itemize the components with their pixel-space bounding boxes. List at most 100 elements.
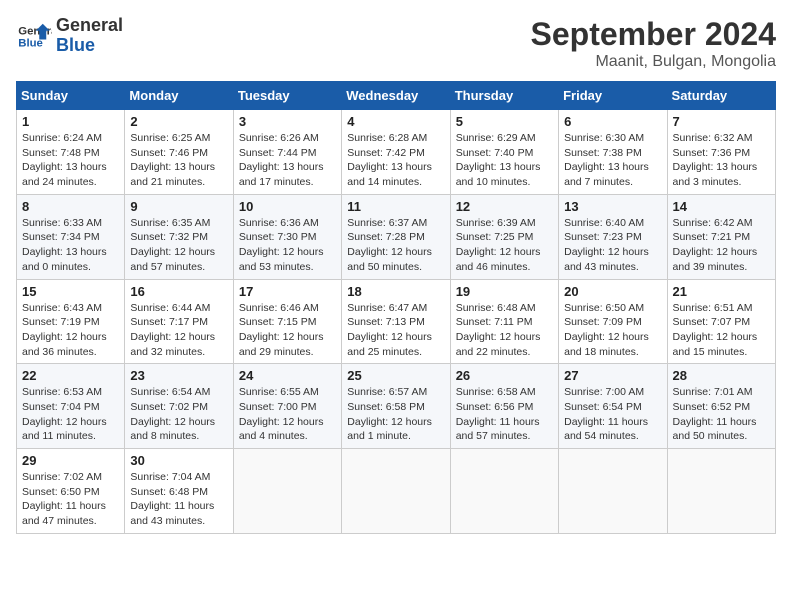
day-info: Sunrise: 6:51 AM Sunset: 7:07 PM Dayligh…	[673, 301, 770, 360]
day-number: 15	[22, 284, 119, 299]
weekday-header-friday: Friday	[559, 82, 667, 110]
weekday-header-saturday: Saturday	[667, 82, 775, 110]
day-info: Sunrise: 6:24 AM Sunset: 7:48 PM Dayligh…	[22, 131, 119, 190]
day-number: 22	[22, 368, 119, 383]
day-number: 21	[673, 284, 770, 299]
day-number: 24	[239, 368, 336, 383]
calendar-cell: 20 Sunrise: 6:50 AM Sunset: 7:09 PM Dayli…	[559, 279, 667, 364]
calendar-cell: 24 Sunrise: 6:55 AM Sunset: 7:00 PM Dayli…	[233, 364, 341, 449]
day-info: Sunrise: 6:28 AM Sunset: 7:42 PM Dayligh…	[347, 131, 444, 190]
calendar-cell	[559, 449, 667, 534]
calendar-cell: 26 Sunrise: 6:58 AM Sunset: 6:56 PM Dayli…	[450, 364, 558, 449]
day-number: 1	[22, 114, 119, 129]
day-info: Sunrise: 6:53 AM Sunset: 7:04 PM Dayligh…	[22, 385, 119, 444]
day-number: 7	[673, 114, 770, 129]
calendar-cell: 21 Sunrise: 6:51 AM Sunset: 7:07 PM Dayli…	[667, 279, 775, 364]
day-number: 8	[22, 199, 119, 214]
calendar-week-5: 29 Sunrise: 7:02 AM Sunset: 6:50 PM Dayli…	[17, 449, 776, 534]
day-info: Sunrise: 6:58 AM Sunset: 6:56 PM Dayligh…	[456, 385, 553, 444]
logo-icon: General Blue	[16, 22, 52, 50]
day-info: Sunrise: 7:02 AM Sunset: 6:50 PM Dayligh…	[22, 470, 119, 529]
day-number: 9	[130, 199, 227, 214]
calendar-cell	[450, 449, 558, 534]
day-info: Sunrise: 6:47 AM Sunset: 7:13 PM Dayligh…	[347, 301, 444, 360]
day-info: Sunrise: 6:42 AM Sunset: 7:21 PM Dayligh…	[673, 216, 770, 275]
day-info: Sunrise: 6:25 AM Sunset: 7:46 PM Dayligh…	[130, 131, 227, 190]
day-number: 14	[673, 199, 770, 214]
calendar-cell: 4 Sunrise: 6:28 AM Sunset: 7:42 PM Daylig…	[342, 110, 450, 195]
day-number: 20	[564, 284, 661, 299]
page-header: General Blue General Blue September 2024…	[16, 16, 776, 71]
calendar-cell: 9 Sunrise: 6:35 AM Sunset: 7:32 PM Daylig…	[125, 194, 233, 279]
day-info: Sunrise: 6:55 AM Sunset: 7:00 PM Dayligh…	[239, 385, 336, 444]
day-info: Sunrise: 6:50 AM Sunset: 7:09 PM Dayligh…	[564, 301, 661, 360]
day-number: 17	[239, 284, 336, 299]
calendar-week-4: 22 Sunrise: 6:53 AM Sunset: 7:04 PM Dayli…	[17, 364, 776, 449]
calendar-cell: 28Sunrise: 7:01 AM Sunset: 6:52 PM Dayli…	[667, 364, 775, 449]
calendar-cell: 30Sunrise: 7:04 AM Sunset: 6:48 PM Dayli…	[125, 449, 233, 534]
calendar-cell	[342, 449, 450, 534]
day-info: Sunrise: 6:39 AM Sunset: 7:25 PM Dayligh…	[456, 216, 553, 275]
calendar-table: SundayMondayTuesdayWednesdayThursdayFrid…	[16, 81, 776, 534]
calendar-cell: 8 Sunrise: 6:33 AM Sunset: 7:34 PM Daylig…	[17, 194, 125, 279]
calendar-cell: 13 Sunrise: 6:40 AM Sunset: 7:23 PM Dayli…	[559, 194, 667, 279]
calendar-cell	[233, 449, 341, 534]
day-number: 23	[130, 368, 227, 383]
day-info: Sunrise: 7:01 AM Sunset: 6:52 PM Dayligh…	[673, 385, 770, 444]
day-number: 6	[564, 114, 661, 129]
day-info: Sunrise: 6:33 AM Sunset: 7:34 PM Dayligh…	[22, 216, 119, 275]
day-number: 5	[456, 114, 553, 129]
title-block: September 2024 Maanit, Bulgan, Mongolia	[531, 16, 776, 71]
day-info: Sunrise: 6:40 AM Sunset: 7:23 PM Dayligh…	[564, 216, 661, 275]
calendar-cell: 6 Sunrise: 6:30 AM Sunset: 7:38 PM Daylig…	[559, 110, 667, 195]
day-number: 10	[239, 199, 336, 214]
day-number: 25	[347, 368, 444, 383]
day-number: 13	[564, 199, 661, 214]
location-subtitle: Maanit, Bulgan, Mongolia	[531, 53, 776, 71]
day-info: Sunrise: 6:35 AM Sunset: 7:32 PM Dayligh…	[130, 216, 227, 275]
calendar-week-2: 8 Sunrise: 6:33 AM Sunset: 7:34 PM Daylig…	[17, 194, 776, 279]
calendar-cell: 29 Sunrise: 7:02 AM Sunset: 6:50 PM Dayli…	[17, 449, 125, 534]
day-info: Sunrise: 6:30 AM Sunset: 7:38 PM Dayligh…	[564, 131, 661, 190]
svg-text:Blue: Blue	[18, 37, 43, 49]
day-info: Sunrise: 6:43 AM Sunset: 7:19 PM Dayligh…	[22, 301, 119, 360]
weekday-header-sunday: Sunday	[17, 82, 125, 110]
calendar-cell: 15 Sunrise: 6:43 AM Sunset: 7:19 PM Dayli…	[17, 279, 125, 364]
day-number: 26	[456, 368, 553, 383]
day-number: 19	[456, 284, 553, 299]
day-number: 4	[347, 114, 444, 129]
calendar-cell: 23 Sunrise: 6:54 AM Sunset: 7:02 PM Dayli…	[125, 364, 233, 449]
weekday-header-tuesday: Tuesday	[233, 82, 341, 110]
calendar-cell: 17Sunrise: 6:46 AM Sunset: 7:15 PM Dayli…	[233, 279, 341, 364]
day-number: 27	[564, 368, 661, 383]
calendar-cell: 16 Sunrise: 6:44 AM Sunset: 7:17 PM Dayli…	[125, 279, 233, 364]
day-info: Sunrise: 6:54 AM Sunset: 7:02 PM Dayligh…	[130, 385, 227, 444]
day-number: 3	[239, 114, 336, 129]
calendar-week-3: 15 Sunrise: 6:43 AM Sunset: 7:19 PM Dayli…	[17, 279, 776, 364]
day-info: Sunrise: 6:36 AM Sunset: 7:30 PM Dayligh…	[239, 216, 336, 275]
day-info: Sunrise: 6:44 AM Sunset: 7:17 PM Dayligh…	[130, 301, 227, 360]
day-info: Sunrise: 6:37 AM Sunset: 7:28 PM Dayligh…	[347, 216, 444, 275]
calendar-week-1: 1 Sunrise: 6:24 AM Sunset: 7:48 PM Daylig…	[17, 110, 776, 195]
day-number: 12	[456, 199, 553, 214]
logo-text: General Blue	[56, 16, 123, 56]
month-title: September 2024	[531, 16, 776, 53]
day-number: 2	[130, 114, 227, 129]
day-info: Sunrise: 7:00 AM Sunset: 6:54 PM Dayligh…	[564, 385, 661, 444]
day-info: Sunrise: 6:26 AM Sunset: 7:44 PM Dayligh…	[239, 131, 336, 190]
svg-text:General: General	[18, 25, 52, 37]
calendar-cell: 3 Sunrise: 6:26 AM Sunset: 7:44 PM Daylig…	[233, 110, 341, 195]
day-number: 18	[347, 284, 444, 299]
calendar-cell: 27 Sunrise: 7:00 AM Sunset: 6:54 PM Dayli…	[559, 364, 667, 449]
day-number: 30	[130, 453, 227, 468]
calendar-cell: 12 Sunrise: 6:39 AM Sunset: 7:25 PM Dayli…	[450, 194, 558, 279]
calendar-cell: 19Sunrise: 6:48 AM Sunset: 7:11 PM Dayli…	[450, 279, 558, 364]
calendar-cell: 25 Sunrise: 6:57 AM Sunset: 6:58 PM Dayli…	[342, 364, 450, 449]
day-number: 16	[130, 284, 227, 299]
calendar-cell: 14 Sunrise: 6:42 AM Sunset: 7:21 PM Dayli…	[667, 194, 775, 279]
logo: General Blue General Blue	[16, 16, 123, 56]
day-info: Sunrise: 6:57 AM Sunset: 6:58 PM Dayligh…	[347, 385, 444, 444]
day-info: Sunrise: 6:32 AM Sunset: 7:36 PM Dayligh…	[673, 131, 770, 190]
calendar-cell: 22 Sunrise: 6:53 AM Sunset: 7:04 PM Dayli…	[17, 364, 125, 449]
day-number: 29	[22, 453, 119, 468]
